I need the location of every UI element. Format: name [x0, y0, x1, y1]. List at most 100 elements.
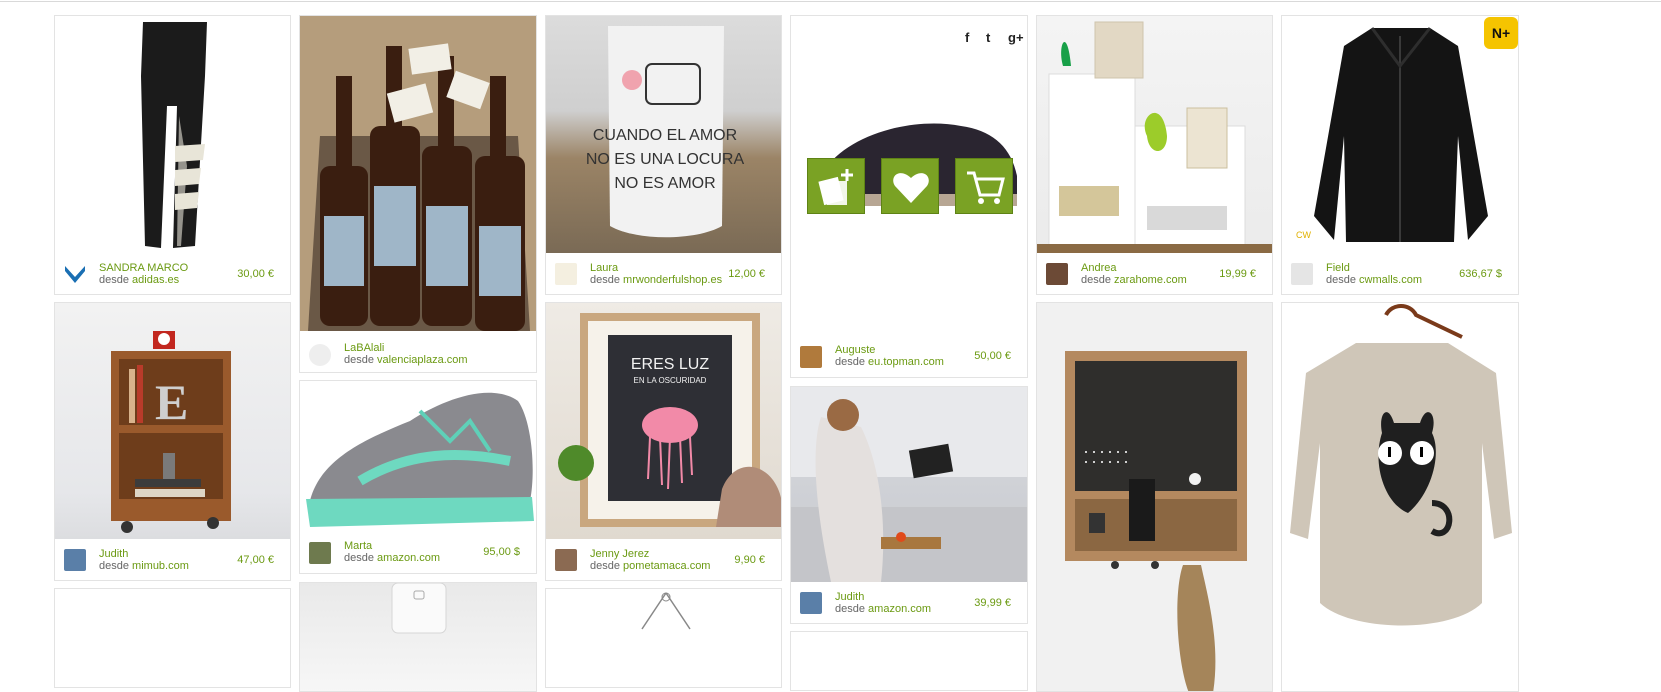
product-image-leggings[interactable] — [55, 16, 290, 253]
source-text: desde adidas.es — [99, 274, 180, 286]
user-name-link[interactable]: Field — [1326, 262, 1350, 274]
product-card-beer[interactable]: LaBAlali desde valenciaplaza.com — [299, 15, 537, 373]
cart-icon — [967, 171, 1005, 204]
product-card-jacket[interactable]: CW N+ Field desde cwmalls.com 636,67 $ — [1281, 15, 1519, 295]
add-to-cart-button[interactable] — [955, 158, 1013, 214]
product-card-chalkboard[interactable] — [1036, 302, 1273, 692]
product-card-partial[interactable] — [790, 631, 1028, 691]
product-image-sweater[interactable] — [1282, 303, 1518, 691]
card-footer: Andrea desde zarahome.com 19,99 € — [1037, 254, 1272, 294]
leggings-illustration — [141, 22, 207, 248]
like-button[interactable] — [881, 158, 939, 214]
product-image-chalkboard[interactable] — [1037, 303, 1272, 691]
source-text: desde pometamaca.com — [590, 560, 711, 572]
card-footer: Laura desde mrwonderfulshop.es 12,00 € — [546, 254, 781, 294]
crate-letter: E — [155, 374, 188, 430]
product-card-partial[interactable] — [54, 588, 291, 688]
user-name-link[interactable]: Andrea — [1081, 262, 1116, 274]
user-name-link[interactable]: Judith — [99, 548, 128, 560]
new-badge: N+ — [1484, 17, 1518, 49]
card-footer: Marta desde amazon.com 95,00 $ — [300, 532, 536, 573]
product-image-tablet-stand[interactable] — [791, 387, 1027, 582]
sweater-illustration — [1290, 304, 1512, 626]
shop-link[interactable]: amazon.com — [868, 603, 931, 615]
mug-text-line: NO ES UNA LOCURA — [586, 151, 745, 168]
price-label: 30,00 € — [237, 268, 274, 280]
twitter-icon[interactable]: t — [986, 30, 990, 45]
user-name-link[interactable]: Jenny Jerez — [590, 548, 649, 560]
hanger-illustration — [641, 592, 691, 630]
product-image-beer[interactable] — [300, 16, 536, 331]
beer-bottles-illustration — [300, 16, 536, 331]
source-text: desde cwmalls.com — [1326, 274, 1422, 286]
facebook-icon[interactable]: f — [965, 30, 969, 45]
jacket-illustration: CW — [1296, 27, 1488, 242]
avatar[interactable] — [309, 344, 331, 366]
avatar[interactable] — [800, 346, 822, 368]
product-card-crate[interactable]: E Judith desde mimub.com 47,00 € — [54, 302, 291, 581]
avatar[interactable] — [1046, 263, 1068, 285]
chalkboard-illustration — [1065, 351, 1247, 691]
avatar[interactable] — [309, 542, 331, 564]
card-footer: Judith desde amazon.com 39,99 € — [791, 583, 1027, 623]
avatar[interactable] — [800, 592, 822, 614]
product-image-crate[interactable]: E — [55, 303, 290, 539]
product-card-tablet-stand[interactable]: Judith desde amazon.com 39,99 € — [790, 386, 1028, 624]
shelves-illustration — [1037, 21, 1272, 253]
price-label: 95,00 $ — [483, 546, 520, 558]
product-card-sweater[interactable] — [1281, 302, 1519, 692]
product-image-jacket[interactable]: CW — [1282, 16, 1518, 253]
add-to-collection-button[interactable] — [807, 158, 865, 214]
product-image-sneaker[interactable] — [300, 381, 536, 532]
source-text: desde amazon.com — [344, 552, 441, 564]
price-label: 19,99 € — [1219, 268, 1256, 280]
sneaker-illustration — [306, 392, 534, 527]
shop-link[interactable]: eu.topman.com — [868, 356, 944, 368]
shop-link[interactable]: pometamaca.com — [623, 560, 710, 572]
shop-link[interactable]: adidas.es — [132, 274, 179, 286]
product-image-poster[interactable]: ERES LUZ EN LA OSCURIDAD — [546, 303, 781, 539]
mug-text-line: NO ES AMOR — [614, 175, 715, 192]
user-name-link[interactable]: Judith — [835, 591, 864, 603]
kitchen-illustration — [791, 387, 1027, 582]
add-to-collection-icon — [818, 169, 853, 206]
product-card-sneaker[interactable]: Marta desde amazon.com 95,00 $ — [299, 380, 537, 574]
avatar[interactable] — [1291, 263, 1313, 285]
product-card-shoes[interactable]: f t g+ Auguste desde eu.topman.com 50,00… — [790, 15, 1028, 378]
user-name-link[interactable]: Marta — [344, 540, 372, 552]
product-image-shelves[interactable] — [1037, 16, 1272, 253]
top-divider — [0, 1, 1661, 2]
product-card-partial[interactable] — [299, 582, 537, 692]
avatar[interactable] — [64, 549, 86, 571]
product-image-mug[interactable]: CUANDO EL AMOR NO ES UNA LOCURA NO ES AM… — [546, 16, 781, 253]
avatar[interactable] — [555, 549, 577, 571]
crate-illustration: E — [111, 331, 231, 533]
price-label: 636,67 $ — [1459, 268, 1502, 280]
product-card-shelves[interactable]: Andrea desde zarahome.com 19,99 € — [1036, 15, 1273, 295]
product-card-poster[interactable]: ERES LUZ EN LA OSCURIDAD Jenny Jerez des… — [545, 302, 782, 581]
product-card-leggings[interactable]: SANDRA MARCO desde adidas.es 30,00 € — [54, 15, 291, 295]
product-card-partial[interactable] — [545, 588, 782, 688]
shop-link[interactable]: mimub.com — [132, 560, 189, 572]
user-name-link[interactable]: Laura — [590, 262, 618, 274]
card-footer: LaBAlali desde valenciaplaza.com — [300, 334, 536, 372]
user-name-link[interactable]: Auguste — [835, 344, 875, 356]
card-footer: Judith desde mimub.com 47,00 € — [55, 540, 290, 580]
avatar[interactable] — [64, 263, 86, 285]
price-label: 12,00 € — [728, 268, 765, 280]
product-card-mug[interactable]: CUANDO EL AMOR NO ES UNA LOCURA NO ES AM… — [545, 15, 782, 295]
shop-link[interactable]: valenciaplaza.com — [377, 354, 468, 366]
poster-title: ERES LUZ — [631, 356, 709, 373]
source-text: desde zarahome.com — [1081, 274, 1187, 286]
shop-link[interactable]: amazon.com — [377, 552, 440, 564]
product-image-partial[interactable] — [300, 583, 536, 691]
user-name-link[interactable]: SANDRA MARCO — [99, 262, 188, 274]
user-name-link[interactable]: LaBAlali — [344, 342, 384, 354]
price-label: 50,00 € — [974, 350, 1011, 362]
source-text: desde mimub.com — [99, 560, 189, 572]
avatar[interactable] — [555, 263, 577, 285]
google-plus-icon[interactable]: g+ — [1008, 30, 1024, 45]
shop-link[interactable]: mrwonderfulshop.es — [623, 274, 722, 286]
shop-link[interactable]: cwmalls.com — [1359, 274, 1422, 286]
shop-link[interactable]: zarahome.com — [1114, 274, 1187, 286]
